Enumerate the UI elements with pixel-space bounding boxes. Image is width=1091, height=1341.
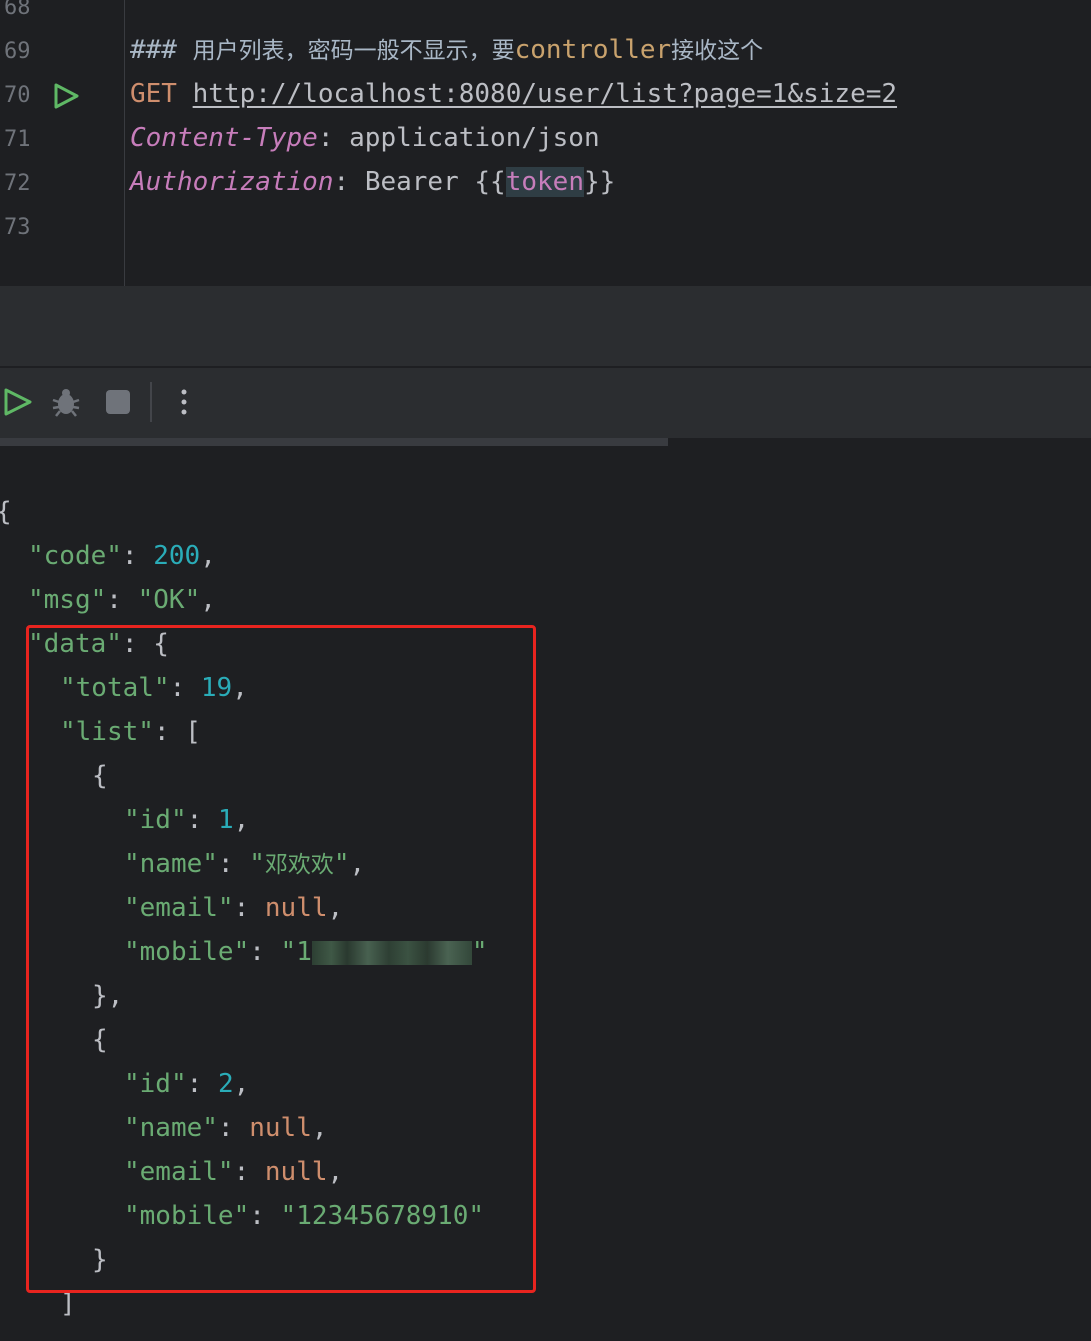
line-number: 73 [4, 215, 31, 240]
highlight-box [26, 625, 536, 1293]
header-content-type: Content-Type: application/json [130, 123, 600, 153]
run-request-icon[interactable] [52, 82, 80, 110]
request-line[interactable]: GET http://localhost:8080/user/list?page… [130, 72, 897, 116]
gutter-divider [124, 0, 125, 286]
line-number: 71 [4, 127, 31, 152]
response-toolbar [0, 368, 1091, 438]
request-url[interactable]: http://localhost:8080/user/list?page=1&s… [193, 79, 897, 109]
json-code: "code": 200, [28, 541, 216, 571]
bug-icon[interactable] [50, 386, 82, 418]
line-number: 68 [4, 0, 31, 20]
stop-icon[interactable] [102, 386, 134, 418]
line-number: 72 [4, 171, 31, 196]
panel-divider[interactable] [0, 286, 1091, 366]
toolbar-separator [150, 382, 152, 422]
token-variable: token [505, 167, 584, 197]
line-number: 69 [4, 39, 31, 64]
comment-line: ### 用户列表，密码一般不显示，要controller接收这个 [130, 35, 764, 65]
more-vertical-icon[interactable] [168, 386, 200, 418]
response-tab-strip [0, 438, 668, 446]
http-request-editor[interactable]: 68 69 70 71 72 73 ### 用户列表，密码一般不显示，要cont… [0, 0, 1091, 286]
json-brace: { [0, 490, 12, 534]
run-icon[interactable] [2, 386, 34, 418]
http-method: GET [130, 79, 177, 109]
json-msg: "msg": "OK", [28, 585, 216, 615]
line-number: 70 [4, 83, 31, 108]
header-authorization: Authorization: Bearer {{token}} [130, 167, 616, 197]
